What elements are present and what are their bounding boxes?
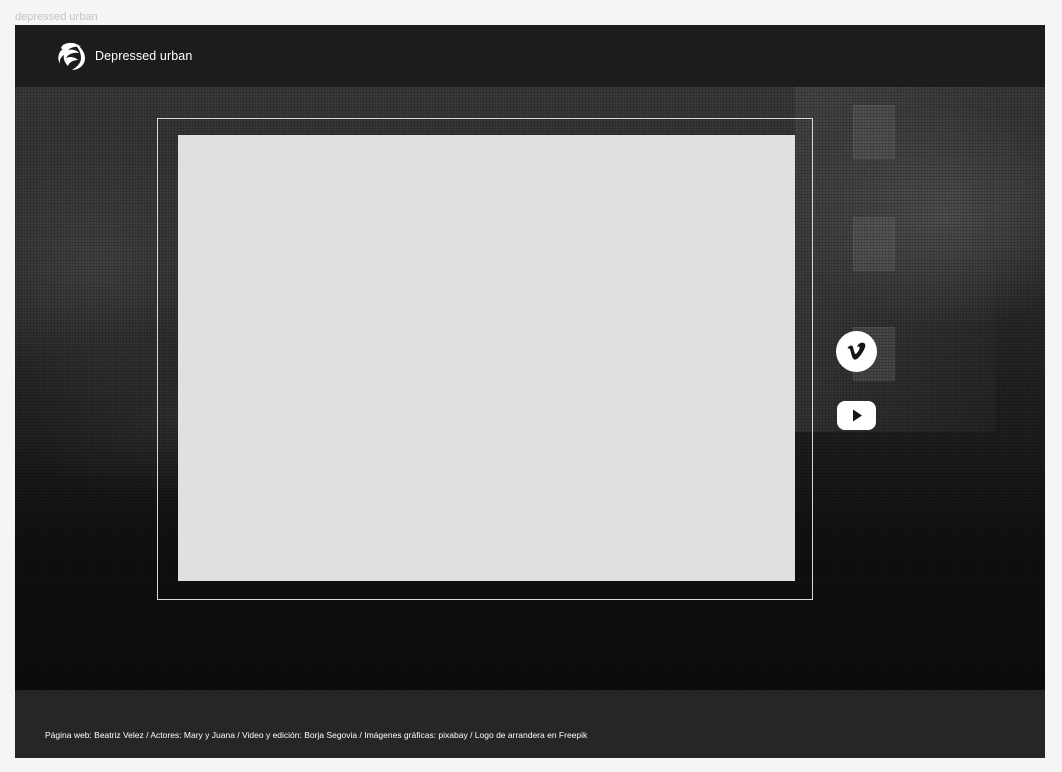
frame-label: depressed urban [15, 11, 98, 23]
youtube-icon [836, 395, 877, 436]
hero-section [15, 87, 1045, 690]
page-frame: Depressed urban Página web: Beatriz Vele… [15, 25, 1045, 758]
brand-name: Depressed urban [95, 49, 193, 63]
site-footer: Página web: Beatriz Velez / Actores: Mar… [15, 690, 1045, 758]
youtube-link[interactable] [836, 395, 877, 436]
video-player[interactable] [178, 135, 795, 581]
footer-credits: Página web: Beatriz Velez / Actores: Mar… [45, 730, 588, 740]
brand-logo-link[interactable]: Depressed urban [55, 39, 192, 73]
vimeo-link[interactable] [836, 331, 877, 372]
flag-swirl-logo-icon [55, 39, 89, 73]
vimeo-icon [836, 331, 877, 372]
site-header: Depressed urban [15, 25, 1045, 87]
